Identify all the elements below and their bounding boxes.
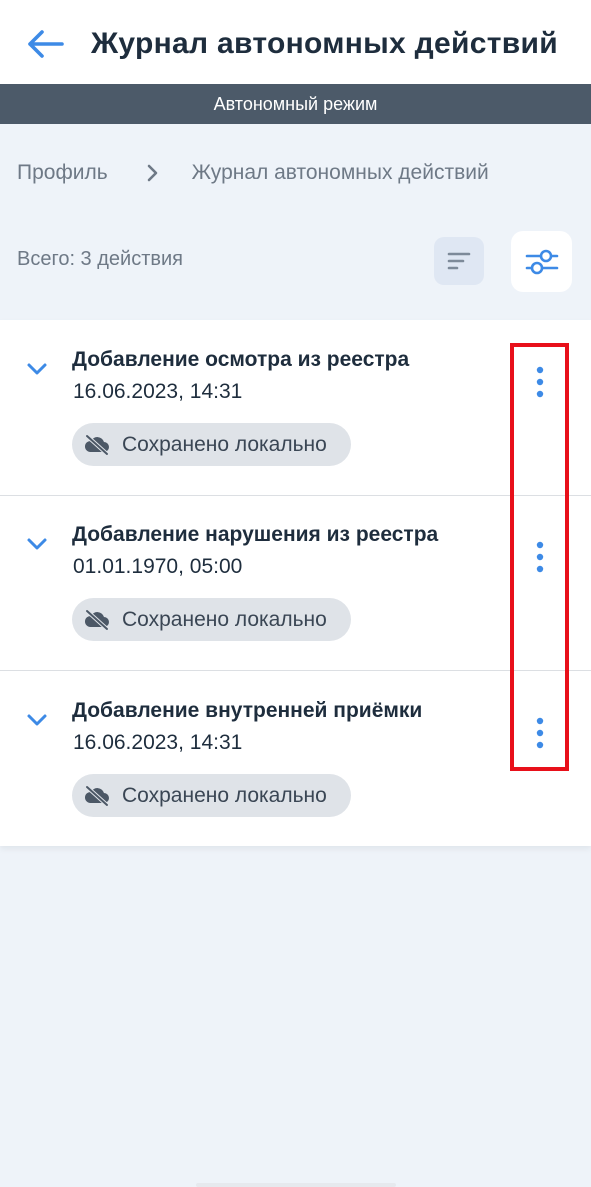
chevron-down-icon [27, 714, 47, 726]
breadcrumb-current: Журнал автономных действий [191, 161, 489, 184]
item-date: 16.06.2023, 14:31 [73, 731, 243, 754]
home-indicator [196, 1183, 396, 1187]
sliders-icon [525, 249, 558, 274]
offline-mode-label: Автономный режим [213, 93, 378, 114]
total-count: Всего: 3 действия [17, 248, 183, 270]
offline-mode-banner: Автономный режим [0, 84, 591, 124]
status-label: Сохранено локально [122, 432, 327, 456]
breadcrumb-profile-link[interactable]: Профиль [17, 161, 108, 185]
more-menu-button[interactable] [522, 535, 558, 579]
status-label: Сохранено локально [122, 783, 327, 807]
sort-button[interactable] [434, 237, 484, 285]
item-date: 01.01.1970, 05:00 [73, 555, 243, 578]
item-title: Добавление внутренней приёмки [72, 699, 423, 722]
item-date: 16.06.2023, 14:31 [73, 380, 243, 403]
item-title: Добавление нарушения из реестра [72, 523, 439, 546]
list-item: Добавление внутренней приёмки 16.06.2023… [0, 671, 591, 847]
expand-button[interactable] [22, 354, 52, 384]
status-badge: Сохранено локально [72, 598, 351, 641]
status-label: Сохранено локально [122, 607, 327, 631]
more-vertical-icon [536, 541, 544, 573]
back-button[interactable] [22, 24, 68, 64]
item-title: Добавление осмотра из реестра [72, 348, 410, 371]
more-vertical-icon [536, 717, 544, 749]
cloud-off-icon [84, 608, 109, 631]
cloud-off-icon [84, 784, 109, 807]
cloud-off-icon [84, 433, 109, 456]
arrow-left-icon [28, 30, 64, 58]
more-menu-button[interactable] [522, 711, 558, 755]
app-header: Журнал автономных действий [0, 0, 591, 84]
actions-list: Добавление осмотра из реестра 16.06.2023… [0, 320, 591, 846]
status-badge: Сохранено локально [72, 774, 351, 817]
list-item: Добавление осмотра из реестра 16.06.2023… [0, 320, 591, 496]
filter-button[interactable] [511, 231, 572, 292]
expand-button[interactable] [22, 705, 52, 735]
offline-actions-log-screen: Журнал автономных действий Автономный ре… [0, 0, 591, 1187]
chevron-down-icon [27, 538, 47, 550]
expand-button[interactable] [22, 529, 52, 559]
status-badge: Сохранено локально [72, 423, 351, 466]
breadcrumb: Профиль Журнал автономных действий [17, 156, 489, 190]
page-title: Журнал автономных действий [91, 27, 558, 60]
chevron-down-icon [27, 363, 47, 375]
more-menu-button[interactable] [522, 360, 558, 404]
chevron-right-icon [146, 164, 158, 182]
sort-icon [447, 252, 471, 270]
list-item: Добавление нарушения из реестра 01.01.19… [0, 495, 591, 671]
more-vertical-icon [536, 366, 544, 398]
